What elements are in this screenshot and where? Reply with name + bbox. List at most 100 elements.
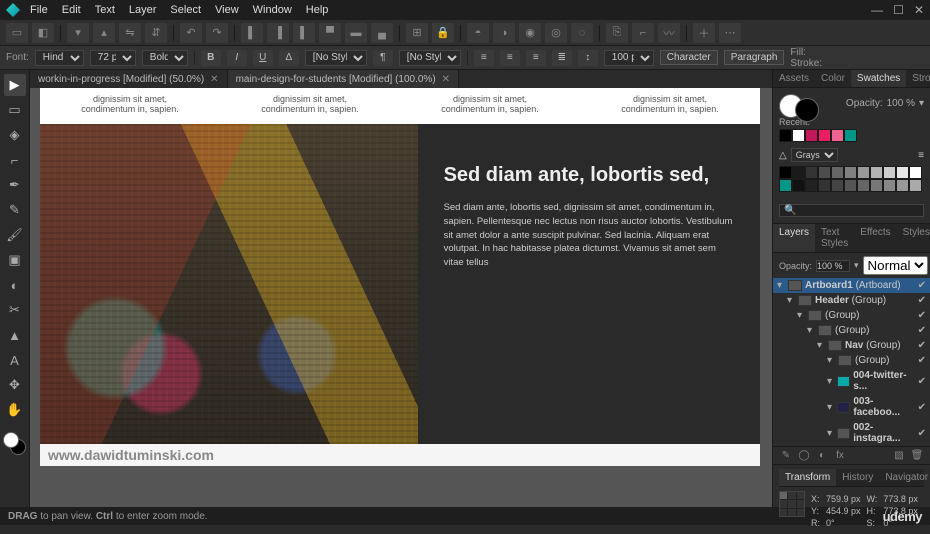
boolean-xor-icon[interactable]: ◎: [545, 23, 567, 43]
align-top-icon[interactable]: ▀: [319, 23, 341, 43]
swatch[interactable]: [779, 129, 792, 142]
more-icon[interactable]: ⋯: [719, 23, 741, 43]
justify-center-icon[interactable]: ≡: [500, 50, 520, 66]
close-tab-icon[interactable]: ✕: [210, 74, 218, 85]
visibility-checkbox[interactable]: ✔: [918, 402, 926, 413]
corner-tool-icon[interactable]: ⌐: [4, 149, 26, 171]
hero-image[interactable]: [40, 124, 418, 444]
boolean-int-icon[interactable]: ◉: [519, 23, 541, 43]
visibility-checkbox[interactable]: ✔: [918, 295, 926, 306]
maximize-icon[interactable]: ☐: [893, 3, 904, 17]
boolean-div-icon[interactable]: ◌: [571, 23, 593, 43]
visibility-checkbox[interactable]: ✔: [918, 310, 926, 321]
boolean-sub-icon[interactable]: ◑: [493, 23, 515, 43]
swatch[interactable]: [779, 166, 792, 179]
bold-icon[interactable]: B: [201, 50, 221, 66]
char-style-select[interactable]: [No Style]: [305, 50, 367, 66]
move-tool-icon[interactable]: ▶: [4, 74, 26, 96]
shape-tool-icon[interactable]: ▲: [4, 324, 26, 346]
curves-icon[interactable]: 〰: [658, 23, 680, 43]
paragraph-panel-button[interactable]: Paragraph: [724, 50, 785, 65]
disclosure-icon[interactable]: ▾: [807, 325, 815, 336]
align-bottom-icon[interactable]: ▄: [371, 23, 393, 43]
swatch[interactable]: [792, 166, 805, 179]
layer-adjust-icon[interactable]: ◐: [815, 450, 829, 461]
menu-window[interactable]: Window: [253, 4, 292, 16]
order-front-icon[interactable]: ▴: [93, 23, 115, 43]
pan-tool-icon[interactable]: ✋: [4, 399, 26, 421]
font-family-select[interactable]: Hind: [35, 50, 84, 66]
tab-text-styles[interactable]: Text Styles: [815, 224, 854, 252]
artboard-tool-icon[interactable]: ▭: [4, 99, 26, 121]
font-weight-select[interactable]: Bold: [142, 50, 188, 66]
close-tab-icon[interactable]: ✕: [442, 74, 450, 85]
swatch[interactable]: [818, 166, 831, 179]
swatch[interactable]: [844, 179, 857, 192]
align-middle-icon[interactable]: ▬: [345, 23, 367, 43]
disclosure-icon[interactable]: ▾: [827, 376, 834, 387]
pencil-tool-icon[interactable]: ✎: [4, 199, 26, 221]
lock-icon[interactable]: 🔒: [432, 23, 454, 43]
swatch[interactable]: [831, 166, 844, 179]
disclosure-icon[interactable]: ▾: [777, 280, 785, 291]
add-icon[interactable]: ＋: [693, 23, 715, 43]
visibility-checkbox[interactable]: ✔: [918, 428, 926, 439]
palette-select[interactable]: Grays: [791, 148, 838, 162]
align-left-icon[interactable]: ▌: [241, 23, 263, 43]
layer-row[interactable]: ▾002-instagra... ✔: [773, 420, 930, 446]
palette-lock-icon[interactable]: △: [779, 150, 787, 161]
open-icon[interactable]: ▭: [6, 23, 28, 43]
flip-v-icon[interactable]: ⇵: [145, 23, 167, 43]
layer-row[interactable]: ▾(Group)✔: [773, 323, 930, 338]
disclosure-icon[interactable]: ▾: [827, 355, 835, 366]
layer-delete-icon[interactable]: 🗑: [910, 450, 924, 461]
layer-row[interactable]: ▾Nav (Group)✔: [773, 338, 930, 353]
swatch[interactable]: [792, 179, 805, 192]
fill-stroke-preview[interactable]: [779, 94, 924, 122]
disclosure-icon[interactable]: ▾: [827, 428, 834, 439]
canvas[interactable]: dignissim sit amet,condimentum in, sapie…: [30, 88, 772, 507]
swatch[interactable]: [779, 179, 792, 192]
tab-assets[interactable]: Assets: [773, 70, 815, 87]
swatch[interactable]: [818, 179, 831, 192]
menu-edit[interactable]: Edit: [62, 4, 81, 16]
disclosure-icon[interactable]: ▾: [787, 295, 795, 306]
swatch[interactable]: [870, 166, 883, 179]
swatch[interactable]: [792, 129, 805, 142]
tab-effects[interactable]: Effects: [854, 224, 896, 252]
menu-select[interactable]: Select: [170, 4, 201, 16]
swatch[interactable]: [909, 179, 922, 192]
align-right-icon[interactable]: ▌: [293, 23, 315, 43]
menu-file[interactable]: File: [30, 4, 48, 16]
allcaps-icon[interactable]: Δ: [279, 50, 299, 66]
swatch[interactable]: [805, 179, 818, 192]
layer-row[interactable]: ▾003-faceboo... ✔: [773, 394, 930, 420]
disclosure-icon[interactable]: ▾: [817, 340, 825, 351]
transparency-tool-icon[interactable]: ◐: [4, 274, 26, 296]
rotate-cw-icon[interactable]: ↷: [206, 23, 228, 43]
visibility-checkbox[interactable]: ✔: [918, 325, 926, 336]
leading-icon[interactable]: ↕: [578, 50, 598, 66]
disclosure-icon[interactable]: ▾: [797, 310, 805, 321]
character-panel-button[interactable]: Character: [660, 50, 718, 65]
swatch[interactable]: [844, 129, 857, 142]
anchor-grid[interactable]: [779, 491, 805, 517]
layer-add-icon[interactable]: ▧: [892, 450, 906, 461]
layer-mask-icon[interactable]: ◯: [797, 450, 811, 461]
underline-icon[interactable]: U: [253, 50, 273, 66]
boolean-add-icon[interactable]: ◓: [467, 23, 489, 43]
swatch[interactable]: [883, 166, 896, 179]
layer-row[interactable]: ▾(Group)✔: [773, 353, 930, 368]
swatch[interactable]: [831, 129, 844, 142]
menu-help[interactable]: Help: [306, 4, 329, 16]
text-tool-icon[interactable]: A: [4, 349, 26, 371]
disclosure-icon[interactable]: ▾: [827, 402, 834, 413]
minimize-icon[interactable]: —: [871, 3, 883, 17]
color-selector[interactable]: [3, 432, 27, 456]
swatch[interactable]: [805, 129, 818, 142]
layer-row[interactable]: ▾Header (Group)✔: [773, 293, 930, 308]
swatch[interactable]: [857, 166, 870, 179]
blend-mode-select[interactable]: Normal: [863, 256, 928, 275]
tab-swatches[interactable]: Swatches: [851, 70, 906, 87]
visibility-checkbox[interactable]: ✔: [918, 376, 926, 387]
